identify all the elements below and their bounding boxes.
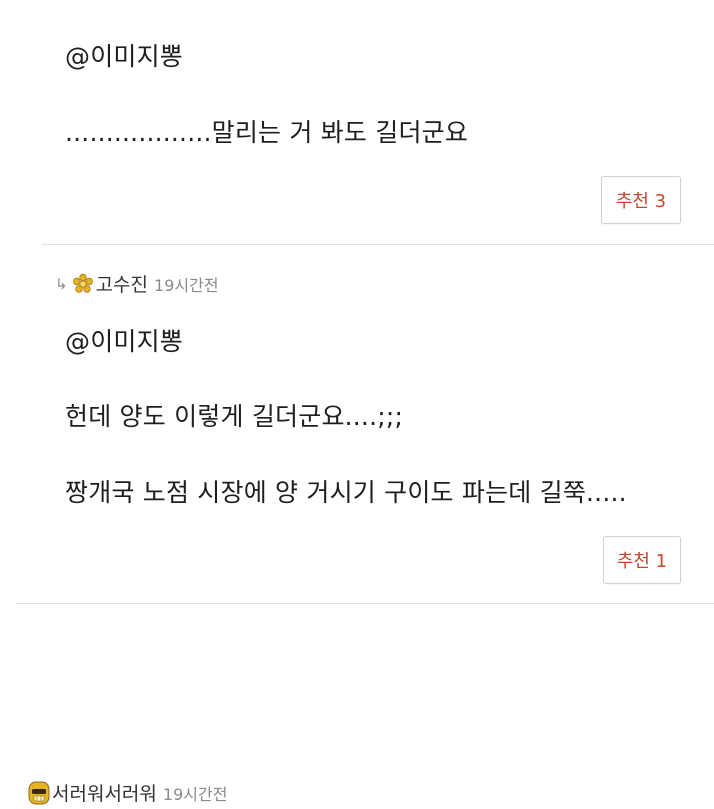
reply-arrow-icon: ↳ xyxy=(55,274,68,293)
comment-2-mention[interactable]: @이미지뽕 xyxy=(65,322,183,358)
comment-divider xyxy=(16,603,714,604)
comment-1-text: ..................말리는 거 봐도 길더군요 xyxy=(65,118,469,147)
comment-time: 19시간전 xyxy=(154,275,219,295)
comment-2-header: ↳ 고수진 19시간전 xyxy=(55,270,219,297)
comment-2-text-line-2: 짱개국 노점 시장에 양 거시기 구이도 파는데 길쭉..... xyxy=(65,478,627,507)
comment-time: 19시간전 xyxy=(162,784,228,804)
comment-divider xyxy=(42,244,714,245)
avatar-badge-icon xyxy=(28,781,50,804)
comment-author[interactable]: 서러워서러워 xyxy=(52,779,157,806)
comment-2-text-line-1: 헌데 양도 이렇게 길더군요....;;; xyxy=(65,402,404,431)
flower-badge-icon xyxy=(72,273,93,293)
recommend-button[interactable]: 추천 1 xyxy=(603,536,681,584)
comment-author[interactable]: 고수진 xyxy=(96,270,148,297)
comment-3-header: 서러워서러워 19시간전 xyxy=(28,779,227,806)
recommend-label: 추천 1 xyxy=(616,551,668,572)
recommend-button[interactable]: 추천 3 xyxy=(601,176,681,224)
comment-1-mention[interactable]: @이미지뽕 xyxy=(65,37,183,73)
recommend-label: 추천 3 xyxy=(615,191,667,212)
